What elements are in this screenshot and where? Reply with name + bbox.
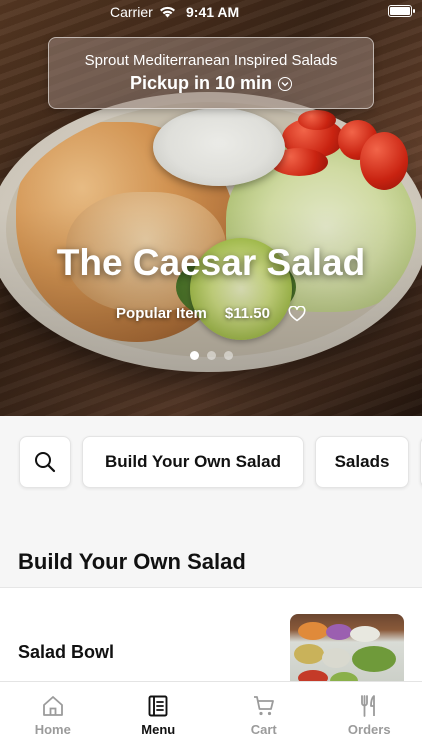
tab-orders[interactable]: Orders [317, 682, 422, 750]
tab-cart[interactable]: Cart [211, 682, 317, 750]
category-salads[interactable]: Salads [315, 436, 409, 488]
clock: 9:41 AM [186, 4, 240, 20]
cart-icon [253, 696, 274, 716]
heart-icon[interactable] [288, 305, 306, 322]
app-screen: Carrier 9:41 AM Sprout Mediterranean Ins… [0, 0, 422, 750]
hero-carousel[interactable]: Carrier 9:41 AM Sprout Mediterranean Ins… [0, 0, 422, 416]
category-row: Build Your Own Salad Salads [0, 416, 422, 536]
carrier-label: Carrier [110, 4, 153, 20]
menu-item[interactable]: Salad Bowl [0, 587, 422, 694]
featured-item-meta: Popular Item $11.50 [0, 305, 422, 322]
menu-item-name: Salad Bowl [18, 642, 115, 662]
carousel-dots [0, 351, 422, 360]
wifi-icon [159, 6, 175, 18]
orders-icon [361, 695, 376, 717]
search-icon [35, 452, 56, 473]
menu-icon [148, 695, 168, 717]
battery-icon [388, 5, 415, 17]
tab-bar: Home Menu Cart Orders [0, 681, 422, 750]
section-title: Build Your Own Salad [18, 549, 246, 574]
tab-menu-label: Menu [141, 722, 176, 737]
carousel-dot[interactable] [189, 351, 199, 360]
tab-cart-label: Cart [250, 722, 277, 737]
popular-tag: Popular Item [116, 305, 207, 322]
carousel-dot[interactable] [223, 351, 233, 360]
featured-item-title: The Caesar Salad [56, 242, 366, 283]
carousel-dot[interactable] [206, 351, 216, 360]
tab-home[interactable]: Home [0, 682, 106, 750]
store-name: Sprout Mediterranean Inspired Salads [84, 52, 338, 69]
pickup-time: Pickup in 10 min [130, 73, 293, 94]
chevron-down-icon [278, 76, 293, 91]
featured-price: $11.50 [224, 305, 270, 322]
tab-orders-label: Orders [347, 722, 391, 737]
status-bar: Carrier 9:41 AM [0, 0, 422, 24]
home-icon [42, 696, 63, 716]
store-selector[interactable]: Sprout Mediterranean Inspired Salads Pic… [48, 37, 374, 109]
search-button[interactable] [19, 436, 71, 488]
tab-home-label: Home [34, 722, 71, 737]
category-build-your-own-salad[interactable]: Build Your Own Salad [82, 436, 304, 488]
tab-menu[interactable]: Menu [106, 682, 212, 750]
